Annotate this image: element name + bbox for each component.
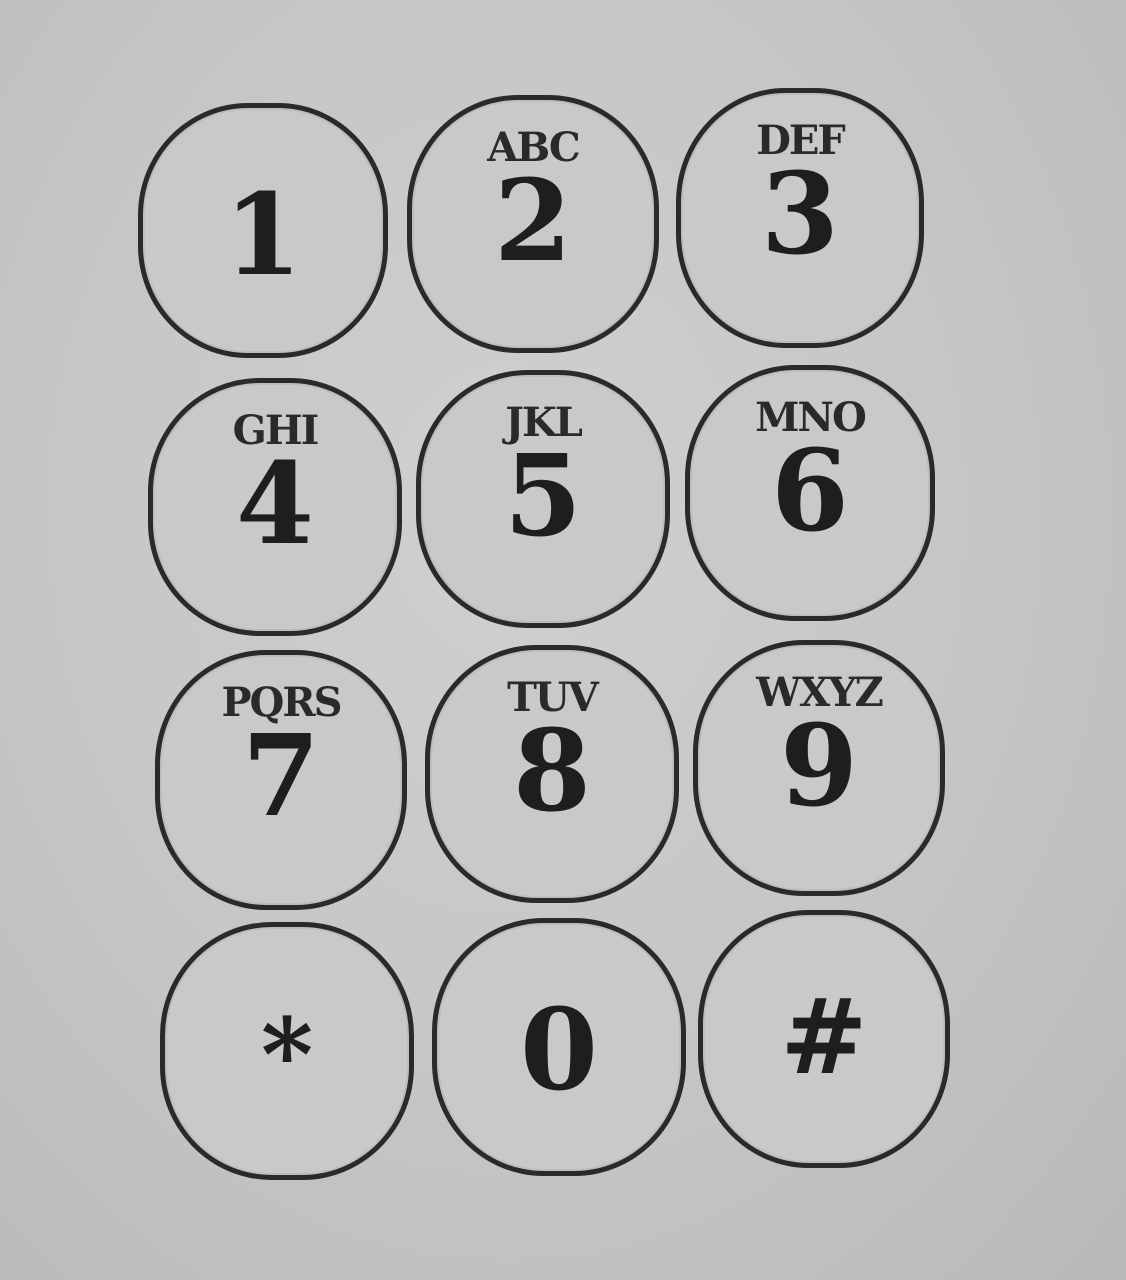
key-0[interactable]: 0 — [432, 918, 686, 1176]
key-9[interactable]: WXYZ 9 — [693, 640, 945, 896]
key-1[interactable]: 1 — [138, 103, 388, 358]
key-7[interactable]: PQRS 7 — [155, 650, 407, 910]
key-digit: 2 — [494, 156, 572, 287]
key-digit: 9 — [780, 701, 858, 832]
key-8[interactable]: TUV 8 — [425, 645, 679, 903]
key-star[interactable]: * — [160, 922, 414, 1180]
key-symbol-star: * — [260, 996, 314, 1114]
key-digit: 8 — [513, 706, 591, 837]
key-hash[interactable]: # — [698, 910, 950, 1168]
key-6[interactable]: MNO 6 — [685, 365, 935, 621]
key-digit: 4 — [236, 439, 314, 570]
key-symbol-hash: # — [780, 975, 868, 1098]
phone-keypad: 1 ABC 2 DEF 3 GHI 4 JKL 5 MNO 6 PQRS 7 T… — [0, 0, 1126, 1280]
key-digit: 3 — [761, 149, 839, 280]
key-digit: 5 — [504, 431, 582, 562]
key-5[interactable]: JKL 5 — [416, 370, 670, 628]
key-digit: 6 — [771, 426, 849, 557]
key-4[interactable]: GHI 4 — [148, 378, 402, 636]
key-digit: 7 — [242, 711, 320, 842]
key-digit: 1 — [224, 170, 302, 301]
key-3[interactable]: DEF 3 — [676, 88, 924, 348]
key-2[interactable]: ABC 2 — [407, 95, 659, 353]
key-digit: 0 — [520, 985, 598, 1116]
